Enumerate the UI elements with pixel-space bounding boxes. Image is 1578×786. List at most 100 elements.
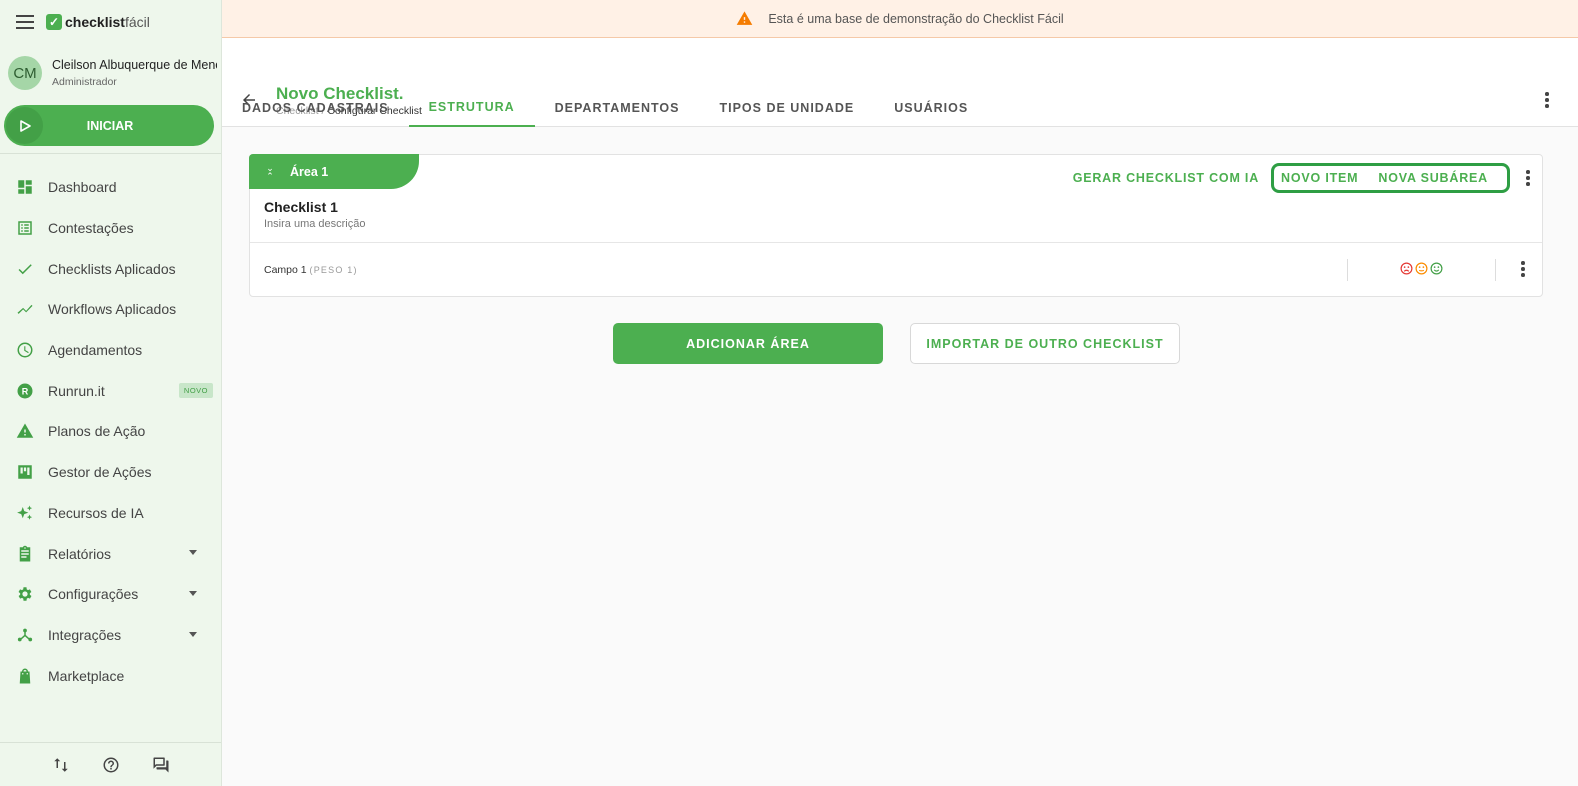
area-label: Área 1 bbox=[290, 164, 329, 179]
user-name: Cleilson Albuquerque de Menezes bbox=[52, 58, 217, 72]
runrun-icon: R bbox=[15, 381, 35, 401]
sidebar-item-configuracoes[interactable]: Configurações bbox=[0, 574, 221, 615]
sidebar-item-planos-de-acao[interactable]: Planos de Ação bbox=[0, 411, 221, 452]
main-content: Esta é uma base de demonstração do Check… bbox=[222, 0, 1578, 786]
banner-text: Esta é uma base de demonstração do Check… bbox=[768, 11, 1064, 26]
tab-departamentos[interactable]: DEPARTAMENTOS bbox=[535, 88, 700, 127]
sidebar-item-label: Gestor de Ações bbox=[48, 464, 152, 481]
sidebar-item-label: Workflows Aplicados bbox=[48, 301, 177, 318]
list-icon bbox=[15, 218, 35, 238]
sidebar-item-label: Agendamentos bbox=[48, 342, 143, 359]
sidebar-item-contestacoes[interactable]: Contestações bbox=[0, 208, 221, 249]
more-vert-icon[interactable] bbox=[1544, 91, 1550, 109]
integration-icon bbox=[15, 625, 35, 645]
sidebar-item-label: Recursos de IA bbox=[48, 504, 144, 521]
kanban-icon bbox=[15, 462, 35, 482]
description-input[interactable]: Insira uma descrição bbox=[264, 218, 366, 230]
user-info: Cleilson Albuquerque de Menezes Administ… bbox=[52, 58, 217, 88]
sidebar-item-runrun[interactable]: R Runrun.it NOVO bbox=[0, 370, 221, 411]
sidebar-footer bbox=[0, 742, 221, 786]
gear-icon bbox=[15, 584, 35, 604]
sidebar-item-checklists-aplicados[interactable]: Checklists Aplicados bbox=[0, 248, 221, 289]
area-more-icon[interactable] bbox=[1518, 168, 1538, 188]
happy-face-icon bbox=[1430, 262, 1443, 275]
tab-dados-cadastrais[interactable]: DADOS CADASTRAIS bbox=[222, 88, 409, 127]
field-name: Campo 1 bbox=[264, 264, 307, 276]
swap-icon[interactable] bbox=[51, 755, 71, 775]
play-icon bbox=[6, 107, 43, 144]
divider bbox=[1495, 259, 1496, 281]
sidebar-header: ✓ checklist fácil bbox=[0, 0, 221, 44]
area-actions: GERAR CHECKLIST COM IA NOVO ITEM NOVA SU… bbox=[1073, 163, 1538, 193]
menu-icon[interactable] bbox=[16, 15, 34, 29]
avatar: CM bbox=[8, 56, 42, 90]
highlighted-actions: NOVO ITEM NOVA SUBÁREA bbox=[1271, 163, 1510, 193]
tab-bar: DADOS CADASTRAIS ESTRUTURA DEPARTAMENTOS… bbox=[222, 88, 988, 127]
new-item-button[interactable]: NOVO ITEM bbox=[1281, 171, 1358, 185]
tab-usuarios[interactable]: USUÁRIOS bbox=[874, 88, 988, 127]
field-more-icon[interactable] bbox=[1513, 259, 1533, 279]
rating-faces bbox=[1400, 262, 1443, 275]
warning-icon bbox=[737, 11, 753, 25]
sidebar-item-workflows-aplicados[interactable]: Workflows Aplicados bbox=[0, 289, 221, 330]
sidebar-item-label: Relatórios bbox=[48, 545, 112, 562]
sad-face-icon bbox=[1400, 262, 1413, 275]
area-toggle[interactable]: ⌄ ⌃ Área 1 bbox=[249, 154, 419, 189]
sidebar-item-integracoes[interactable]: Integrações bbox=[0, 615, 221, 656]
clock-icon bbox=[15, 340, 35, 360]
checklist-logo-icon: ✓ bbox=[46, 14, 62, 30]
sidebar: ✓ checklist fácil CM Cleilson Albuquerque… bbox=[0, 0, 222, 786]
sidebar-item-marketplace[interactable]: Marketplace bbox=[0, 655, 221, 696]
divider bbox=[1347, 259, 1348, 281]
logo-text-light: fácil bbox=[124, 14, 150, 30]
area-card: ⌄ ⌃ Área 1 GERAR CHECKLIST COM IA NOVO IT… bbox=[249, 154, 1543, 297]
caret-down-icon bbox=[189, 550, 197, 556]
sidebar-item-label: Contestações bbox=[48, 220, 134, 237]
sidebar-item-label: Checklists Aplicados bbox=[48, 260, 176, 277]
collapse-icon: ⌄ ⌃ bbox=[266, 162, 274, 181]
sidebar-item-agendamentos[interactable]: Agendamentos bbox=[0, 330, 221, 371]
sidebar-item-label: Marketplace bbox=[48, 667, 125, 684]
generate-ia-button[interactable]: GERAR CHECKLIST COM IA bbox=[1073, 171, 1259, 185]
field-weight: (PESO 1) bbox=[309, 265, 358, 275]
dashboard-icon bbox=[15, 177, 35, 197]
app-logo[interactable]: ✓ checklist fácil bbox=[46, 14, 150, 30]
sidebar-item-relatorios[interactable]: Relatórios bbox=[0, 533, 221, 574]
check-icon bbox=[15, 259, 35, 279]
add-area-button[interactable]: ADICIONAR ÁREA bbox=[613, 323, 883, 364]
sidebar-item-recursos-de-ia[interactable]: Recursos de IA bbox=[0, 493, 221, 534]
caret-down-icon bbox=[189, 631, 197, 637]
divider bbox=[250, 242, 1542, 243]
warning-icon bbox=[15, 421, 35, 441]
start-button-label: INICIAR bbox=[86, 118, 134, 133]
logo-text-bold: checklist bbox=[65, 14, 125, 30]
trending-icon bbox=[15, 299, 35, 319]
sidebar-item-gestor-de-acoes[interactable]: Gestor de Ações bbox=[0, 452, 221, 493]
neutral-face-icon bbox=[1415, 262, 1428, 275]
sidebar-item-label: Runrun.it bbox=[48, 382, 105, 399]
sidebar-item-label: Integrações bbox=[48, 626, 122, 643]
help-icon[interactable] bbox=[101, 755, 121, 775]
user-profile[interactable]: CM Cleilson Albuquerque de Menezes Admin… bbox=[0, 44, 221, 94]
sparkle-icon bbox=[15, 503, 35, 523]
demo-banner: Esta é uma base de demonstração do Check… bbox=[222, 0, 1578, 38]
user-role: Administrador bbox=[52, 76, 117, 88]
tab-tipos-de-unidade[interactable]: TIPOS DE UNIDADE bbox=[699, 88, 874, 127]
sidebar-item-dashboard[interactable]: Dashboard bbox=[0, 167, 221, 208]
sidebar-item-label: Planos de Ação bbox=[48, 423, 146, 440]
checklist-title[interactable]: Checklist 1 bbox=[264, 199, 338, 215]
start-button[interactable]: INICIAR bbox=[4, 105, 214, 146]
clipboard-icon bbox=[15, 544, 35, 564]
new-badge: NOVO bbox=[178, 383, 213, 399]
new-subarea-button[interactable]: NOVA SUBÁREA bbox=[1378, 171, 1488, 185]
sidebar-item-label: Dashboard bbox=[48, 179, 117, 196]
svg-text:R: R bbox=[22, 386, 29, 396]
shopping-bag-icon bbox=[15, 666, 35, 686]
sidebar-item-label: Configurações bbox=[48, 586, 139, 603]
field-row-label[interactable]: Campo 1 (PESO 1) bbox=[264, 264, 358, 276]
sidebar-nav: Dashboard Contestações Checklists Aplica… bbox=[0, 167, 221, 696]
tab-estrutura[interactable]: ESTRUTURA bbox=[408, 88, 535, 127]
caret-down-icon bbox=[189, 590, 197, 596]
chat-icon[interactable] bbox=[151, 755, 171, 775]
import-checklist-button[interactable]: IMPORTAR DE OUTRO CHECKLIST bbox=[910, 323, 1180, 364]
